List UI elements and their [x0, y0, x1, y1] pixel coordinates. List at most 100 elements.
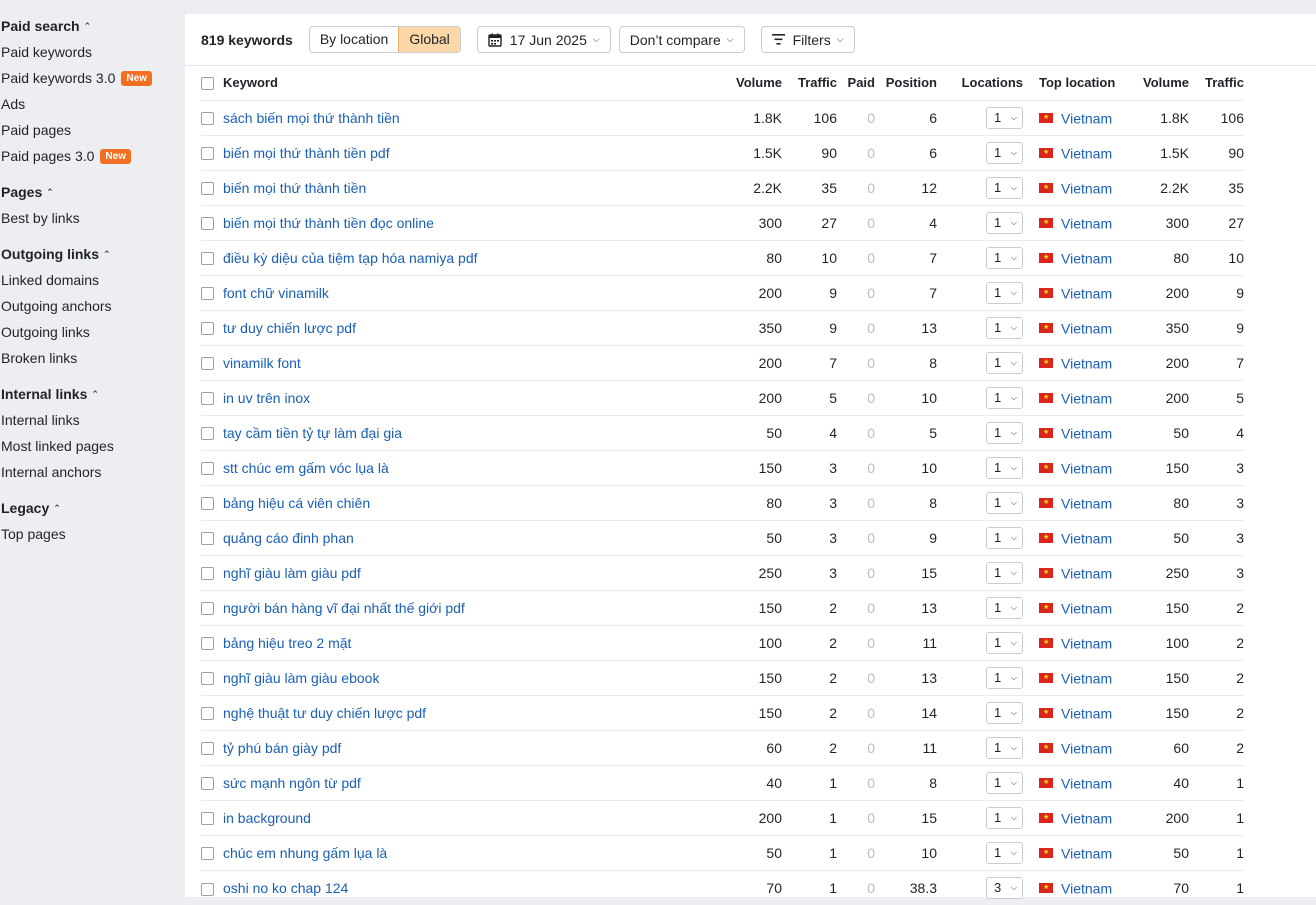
locations-dropdown[interactable]: 1 ⌵ [986, 526, 1023, 549]
sidebar-item[interactable]: Ads [0, 94, 185, 120]
col-volume-2[interactable]: Volume [1123, 66, 1189, 100]
sidebar-item[interactable]: Paid keywords [0, 42, 185, 68]
compare-dropdown[interactable]: Don’t compare ⌵ [618, 26, 745, 53]
locations-dropdown[interactable]: 1 ⌵ [986, 631, 1023, 654]
row-checkbox[interactable] [201, 602, 214, 616]
locations-dropdown[interactable]: 1 ⌵ [986, 176, 1023, 199]
row-checkbox[interactable] [201, 672, 214, 686]
row-checkbox[interactable] [201, 637, 214, 651]
sidebar-item[interactable]: Internal links [0, 410, 185, 436]
locations-dropdown[interactable]: 1 ⌵ [986, 841, 1023, 864]
locations-dropdown[interactable]: 1 ⌵ [986, 491, 1023, 514]
row-checkbox[interactable] [201, 252, 214, 266]
by-location-button[interactable]: By location [310, 27, 398, 52]
row-checkbox[interactable] [201, 427, 214, 441]
country-link[interactable]: Vietnam [1061, 180, 1112, 196]
row-checkbox[interactable] [201, 182, 214, 196]
country-link[interactable]: Vietnam [1061, 880, 1112, 896]
keyword-link[interactable]: vinamilk font [223, 344, 698, 380]
locations-dropdown[interactable]: 1 ⌵ [986, 246, 1023, 269]
locations-dropdown[interactable]: 1 ⌵ [986, 211, 1023, 234]
locations-dropdown[interactable]: 1 ⌵ [986, 316, 1023, 339]
country-link[interactable]: Vietnam [1061, 215, 1112, 231]
row-checkbox[interactable] [201, 392, 214, 406]
keyword-link[interactable]: biến mọi thứ thành tiền [223, 169, 698, 205]
row-checkbox[interactable] [201, 532, 214, 546]
col-top-location[interactable]: Top location [1023, 66, 1123, 100]
country-link[interactable]: Vietnam [1061, 565, 1112, 581]
sidebar-item[interactable]: Internal anchors [0, 462, 185, 488]
locations-dropdown[interactable]: 1 ⌵ [986, 736, 1023, 759]
sidebar-item[interactable]: Most linked pages [0, 436, 185, 462]
col-traffic[interactable]: Traffic [782, 66, 837, 100]
country-link[interactable]: Vietnam [1061, 460, 1112, 476]
country-link[interactable]: Vietnam [1061, 495, 1112, 511]
country-link[interactable]: Vietnam [1061, 285, 1112, 301]
keyword-link[interactable]: nghĩ giàu làm giàu ebook [223, 659, 698, 695]
keyword-link[interactable]: nghĩ giàu làm giàu pdf [223, 554, 698, 590]
sidebar-item[interactable]: Best by links [0, 208, 185, 234]
keyword-link[interactable]: sách biến mọi thứ thành tiền [223, 99, 698, 135]
row-checkbox[interactable] [201, 847, 214, 861]
keyword-link[interactable]: tỷ phú bán giày pdf [223, 729, 698, 765]
col-position[interactable]: Position [875, 66, 937, 100]
keyword-link[interactable]: người bán hàng vĩ đại nhất thế giới pdf [223, 589, 698, 625]
keyword-link[interactable]: font chữ vinamilk [223, 274, 698, 310]
country-link[interactable]: Vietnam [1061, 390, 1112, 406]
country-link[interactable]: Vietnam [1061, 425, 1112, 441]
keyword-link[interactable]: stt chúc em gấm vóc lụa là [223, 449, 698, 485]
locations-dropdown[interactable]: 1 ⌵ [986, 701, 1023, 724]
sidebar-item[interactable]: Paid pages 3.0 New [0, 146, 185, 172]
country-link[interactable]: Vietnam [1061, 600, 1112, 616]
sidebar-group-header[interactable]: Pages ⌃ [0, 182, 185, 202]
locations-dropdown[interactable]: 1 ⌵ [986, 141, 1023, 164]
country-link[interactable]: Vietnam [1061, 845, 1112, 861]
row-checkbox[interactable] [201, 567, 214, 581]
locations-dropdown[interactable]: 3 ⌵ [986, 876, 1023, 899]
sidebar-item[interactable]: Top pages [0, 524, 185, 550]
keyword-link[interactable]: biến mọi thứ thành tiền đọc online [223, 204, 698, 240]
sidebar-item[interactable]: Outgoing links [0, 322, 185, 348]
country-link[interactable]: Vietnam [1061, 320, 1112, 336]
country-link[interactable]: Vietnam [1061, 740, 1112, 756]
row-checkbox[interactable] [201, 497, 214, 511]
sidebar-item[interactable]: Outgoing anchors [0, 296, 185, 322]
keyword-link[interactable]: điều kỳ diệu của tiệm tạp hóa namiya pdf [223, 239, 698, 275]
sidebar-item[interactable]: Paid pages [0, 120, 185, 146]
keyword-link[interactable]: quảng cáo đinh phan [223, 519, 698, 555]
row-checkbox[interactable] [201, 707, 214, 721]
keyword-link[interactable]: in uv trên inox [223, 379, 698, 415]
row-checkbox[interactable] [201, 742, 214, 756]
locations-dropdown[interactable]: 1 ⌵ [986, 806, 1023, 829]
sidebar-group-header[interactable]: Internal links ⌃ [0, 384, 185, 404]
keyword-link[interactable]: sức mạnh ngôn từ pdf [223, 764, 698, 800]
locations-dropdown[interactable]: 1 ⌵ [986, 386, 1023, 409]
country-link[interactable]: Vietnam [1061, 250, 1112, 266]
sidebar-group-header[interactable]: Outgoing links ⌃ [0, 244, 185, 264]
locations-dropdown[interactable]: 1 ⌵ [986, 561, 1023, 584]
keyword-link[interactable]: biến mọi thứ thành tiền pdf [223, 134, 698, 170]
keyword-link[interactable]: tư duy chiến lược pdf [223, 309, 698, 345]
country-link[interactable]: Vietnam [1061, 810, 1112, 826]
row-checkbox[interactable] [201, 462, 214, 476]
row-checkbox[interactable] [201, 322, 214, 336]
keyword-link[interactable]: bảng hiệu treo 2 mặt [223, 624, 698, 660]
sidebar-item[interactable]: Linked domains [0, 270, 185, 296]
locations-dropdown[interactable]: 1 ⌵ [986, 106, 1023, 129]
locations-dropdown[interactable]: 1 ⌵ [986, 596, 1023, 619]
select-all-checkbox[interactable] [201, 77, 214, 91]
col-paid[interactable]: Paid [837, 66, 875, 100]
locations-dropdown[interactable]: 1 ⌵ [986, 666, 1023, 689]
locations-dropdown[interactable]: 1 ⌵ [986, 351, 1023, 374]
col-volume[interactable]: Volume [698, 66, 782, 100]
country-link[interactable]: Vietnam [1061, 110, 1112, 126]
keyword-link[interactable]: tay cầm tiền tỷ tự làm đại gia [223, 414, 698, 450]
locations-dropdown[interactable]: 1 ⌵ [986, 421, 1023, 444]
row-checkbox[interactable] [201, 777, 214, 791]
locations-dropdown[interactable]: 1 ⌵ [986, 281, 1023, 304]
sidebar-group-header[interactable]: Legacy ⌃ [0, 498, 185, 518]
country-link[interactable]: Vietnam [1061, 145, 1112, 161]
country-link[interactable]: Vietnam [1061, 635, 1112, 651]
sidebar-item[interactable]: Broken links [0, 348, 185, 374]
col-traffic-2[interactable]: Traffic [1189, 66, 1244, 100]
